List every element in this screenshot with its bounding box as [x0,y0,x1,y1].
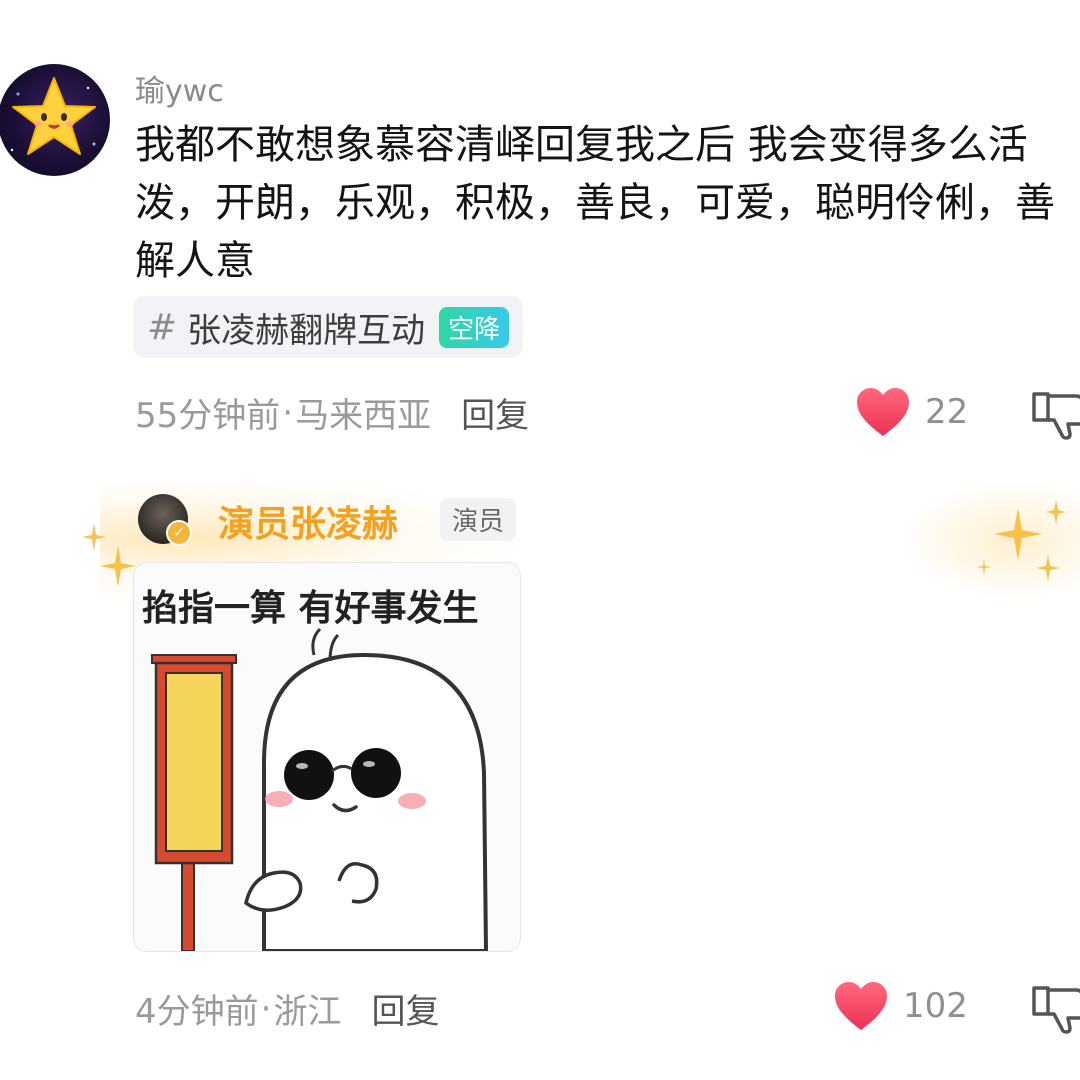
reply-button[interactable]: 回复 [371,984,439,1033]
dislike-icon[interactable] [1030,390,1080,440]
comment-location: 浙江 [273,992,342,1032]
sticker-illustration [151,627,489,951]
dislike-icon[interactable] [1030,984,1080,1034]
comment-meta: 55分钟前 · 马来西亚 回复 [135,388,529,437]
meta-separator: · [282,392,294,433]
role-badge: 演员 [440,498,517,541]
like-count: 102 [903,986,968,1026]
comment-meta: 4分钟前 · 浙江 回复 [135,984,439,1033]
hash-icon: # [147,306,178,348]
topic-label: 张凌赫翻牌互动 [187,310,426,351]
heart-icon[interactable] [833,980,889,1032]
meta-separator: · [260,988,272,1029]
comment-username[interactable]: 演员张凌赫 [218,495,398,547]
comment-time: 4分钟前 [135,992,259,1032]
heart-icon[interactable] [855,386,911,438]
user-avatar[interactable] [0,64,110,176]
sparkle-icon [82,523,136,587]
star-face-icon [10,77,96,155]
like-count: 22 [925,392,969,432]
like-group[interactable]: 102 [833,980,968,1032]
topic-chip[interactable]: # 张凌赫翻牌互动 空降 [133,296,524,358]
comment-username[interactable]: 瑜ywc [135,66,224,110]
sticker-image[interactable]: 掐指一算 有好事发生 [133,562,521,952]
reply-button[interactable]: 回复 [461,388,529,437]
topic-badge: 空降 [439,306,510,348]
like-group[interactable]: 22 [855,386,968,438]
comment-location: 马来西亚 [295,396,432,436]
sparkle-icon [976,500,1066,582]
comment-time: 55分钟前 [135,396,281,436]
comment-text: 我都不敢想象慕容清峄回复我之后 我会变得多么活泼，开朗，乐观，积极，善良，可爱，… [135,122,1055,284]
verified-check-icon: ✓ [166,520,192,546]
